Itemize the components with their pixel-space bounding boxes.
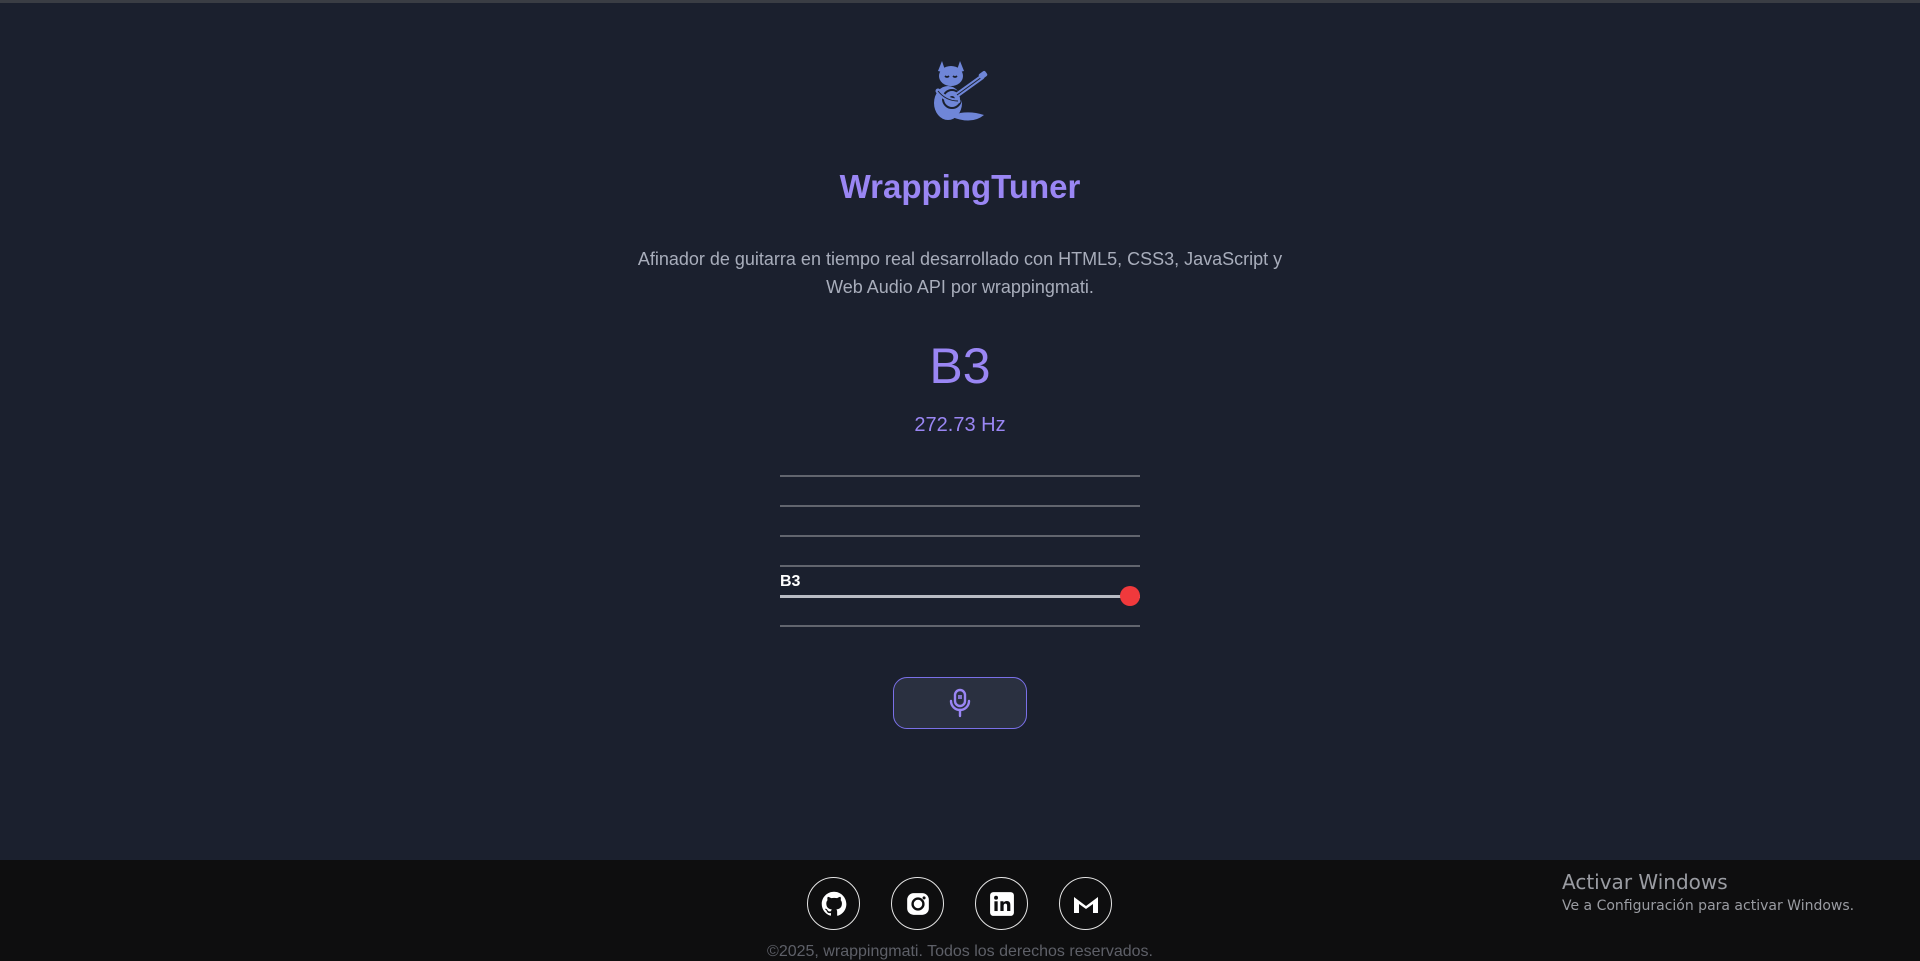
- activate-windows-subtitle: Ve a Configuración para activar Windows.: [1562, 898, 1855, 914]
- microphone-button[interactable]: [893, 677, 1027, 729]
- linkedin-link[interactable]: [975, 877, 1028, 930]
- fox-guitar-logo-icon: [934, 61, 988, 121]
- detected-frequency: 272.73 Hz: [914, 414, 1006, 436]
- guitar-string-active: [780, 595, 1140, 598]
- copyright-text: ©2025, wrappingmati. Todos los derechos …: [767, 943, 1153, 960]
- instagram-link[interactable]: [891, 877, 944, 930]
- github-link[interactable]: [807, 877, 860, 930]
- app-title: WrappingTuner: [839, 168, 1081, 205]
- guitar-strings-display: B3: [780, 473, 1140, 633]
- guitar-string: [780, 505, 1140, 507]
- app-description: Afinador de guitarra en tiempo real desa…: [637, 249, 1283, 297]
- linkedin-icon: [989, 891, 1014, 916]
- instagram-icon: [906, 892, 929, 915]
- guitar-string: [780, 475, 1140, 477]
- gmail-icon: [1073, 896, 1098, 913]
- guitar-string: [780, 565, 1140, 567]
- pitch-indicator-dot: [1120, 586, 1140, 606]
- footer: ©2025, wrappingmati. Todos los derechos …: [0, 860, 1920, 961]
- microphone-icon: [949, 688, 971, 718]
- detected-note: B3: [929, 338, 991, 394]
- guitar-string: [780, 535, 1140, 537]
- github-icon: [821, 891, 846, 916]
- tuner-main: WrappingTuner Afinador de guitarra en ti…: [0, 3, 1920, 860]
- active-string-label: B3: [780, 573, 801, 590]
- gmail-link[interactable]: [1059, 877, 1112, 930]
- guitar-string: [780, 625, 1140, 627]
- activate-windows-title: Activar Windows: [1562, 870, 1728, 894]
